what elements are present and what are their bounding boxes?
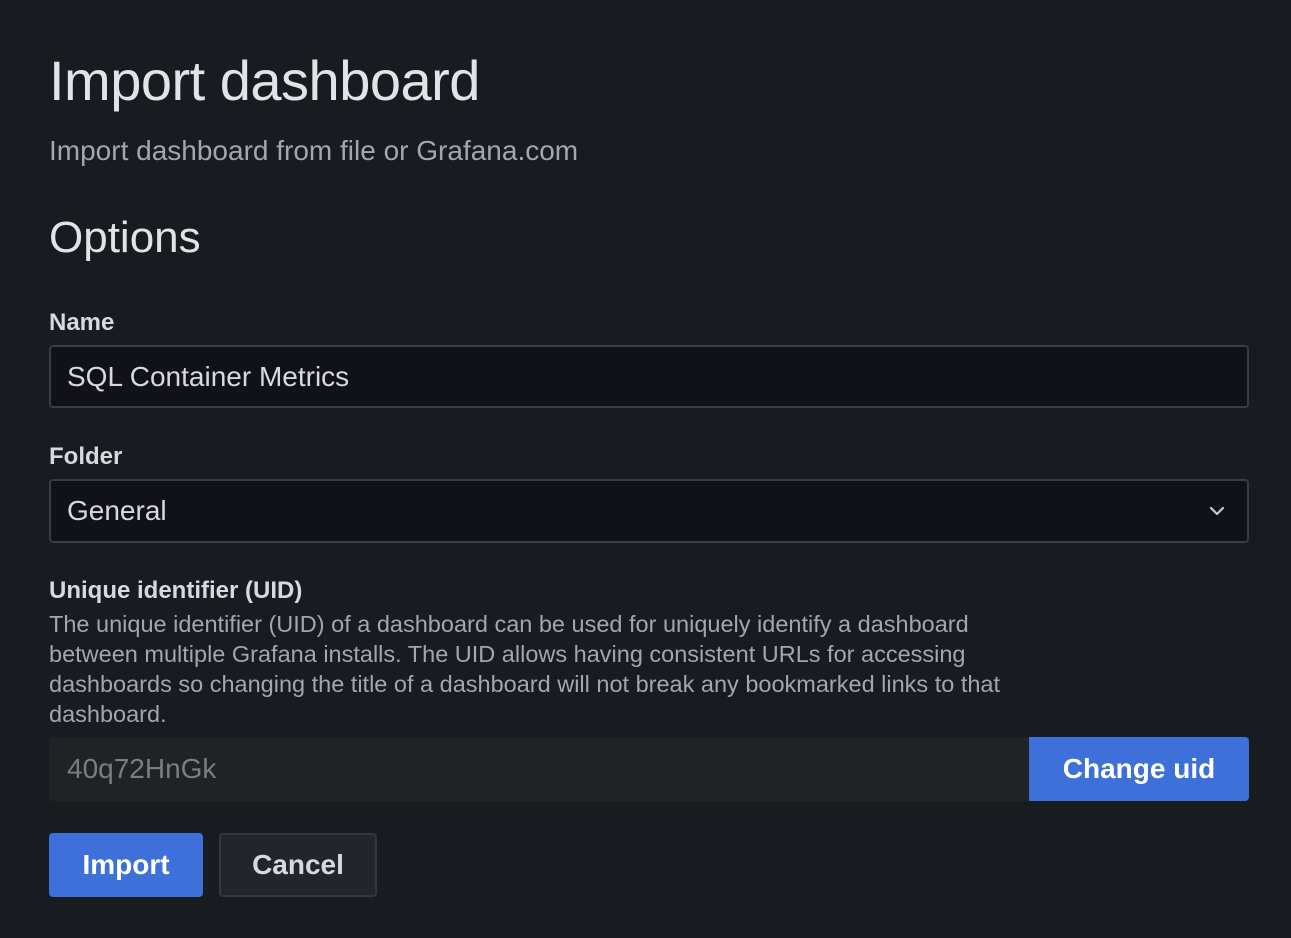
uid-input-group: Change uid <box>49 737 1249 801</box>
uid-input[interactable] <box>49 737 1029 801</box>
import-button[interactable]: Import <box>49 833 203 897</box>
chevron-down-icon <box>1203 497 1231 525</box>
options-section-title: Options <box>49 213 201 262</box>
uid-field-label: Unique identifier (UID) <box>49 577 303 604</box>
page-subtitle: Import dashboard from file or Grafana.co… <box>49 135 579 166</box>
name-input[interactable] <box>49 345 1249 408</box>
cancel-button[interactable]: Cancel <box>219 833 377 897</box>
folder-field-label: Folder <box>49 443 123 470</box>
import-dashboard-page: Import dashboard Import dashboard from f… <box>0 0 1291 938</box>
folder-selected-value: General <box>67 495 167 526</box>
name-field-label: Name <box>49 309 115 336</box>
uid-description: The unique identifier (UID) of a dashboa… <box>49 611 1001 727</box>
folder-select[interactable]: General <box>49 479 1249 543</box>
page-title: Import dashboard <box>49 49 480 112</box>
change-uid-button[interactable]: Change uid <box>1029 737 1249 801</box>
